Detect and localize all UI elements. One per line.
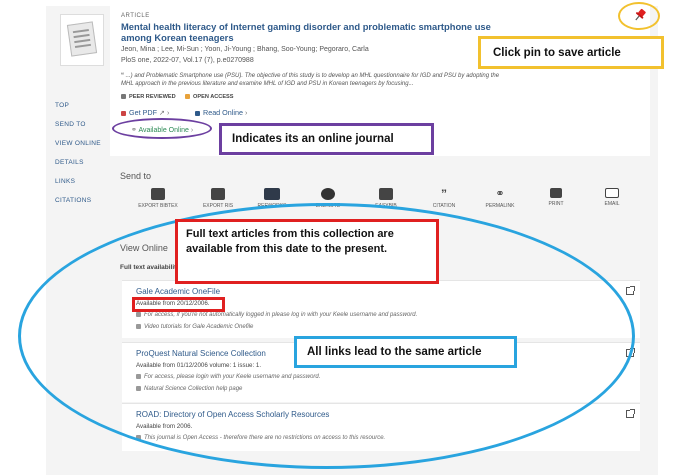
email-label: EMAIL: [604, 201, 620, 207]
easybib-icon: [379, 188, 393, 200]
article-source: PloS one, 2022-07, Vol.17 (7), p.e027098…: [121, 57, 254, 64]
article-snippet: “ ...) and Problematic Smartphone use (P…: [121, 72, 501, 88]
document-icon: [136, 324, 141, 329]
external-link-icon: ↗ ›: [158, 108, 170, 117]
export-ris-label: EXPORT RIS: [202, 203, 234, 209]
provider-note: For access, please login with your Keele…: [136, 374, 320, 380]
open-access-label: OPEN ACCESS: [193, 94, 234, 100]
read-online-label: Read Online: [203, 108, 243, 117]
get-pdf-link[interactable]: Get PDF ↗ ›: [121, 108, 169, 117]
provider-note-text: For access, if you're not automatically …: [144, 312, 418, 318]
article-authors: Jeon, Mina ; Lee, Mi-Sun ; Yoon, Ji-Youn…: [121, 46, 369, 53]
provider-note-text: This journal is Open Access - therefore …: [144, 435, 386, 441]
external-link-icon[interactable]: [626, 348, 635, 357]
callout-online-journal: Indicates its an online journal: [219, 123, 434, 155]
external-link-icon[interactable]: [626, 409, 635, 418]
easybib-button[interactable]: EASYBIB: [356, 188, 416, 209]
bibtex-icon: [151, 188, 165, 200]
permalink-icon: ⚭: [495, 188, 505, 200]
provider-availability: Available from 2006.: [136, 423, 193, 430]
peer-reviewed-label: PEER REVIEWED: [129, 94, 176, 100]
document-icon: [136, 386, 141, 391]
chevron-right-icon: ›: [244, 108, 248, 117]
refworks-button[interactable]: REFWORKS: [242, 188, 302, 209]
export-bibtex-button[interactable]: EXPORT BIBTEX: [128, 188, 188, 209]
ris-icon: [211, 188, 225, 200]
nav-item-top[interactable]: TOP: [55, 102, 69, 109]
provider-name[interactable]: ProQuest Natural Science Collection: [136, 349, 266, 358]
read-online-icon: [195, 111, 200, 116]
article-type-label: ARTICLE: [121, 13, 150, 19]
document-icon: [66, 21, 98, 57]
endnote-label: ENDNOTE: [315, 203, 341, 209]
provider-note: This journal is Open Access - therefore …: [136, 435, 385, 441]
provider-help-link[interactable]: Natural Science Collection help page: [136, 386, 242, 392]
citation-label: CITATION: [432, 203, 456, 209]
provider-note: For access, if you're not automatically …: [136, 312, 417, 318]
pin-icon[interactable]: [633, 8, 647, 22]
callout-fulltext: Full text articles from this collection …: [175, 219, 439, 284]
provider-name[interactable]: ROAD: Directory of Open Access Scholarly…: [136, 410, 329, 419]
pdf-icon: [121, 111, 126, 116]
provider-availability: Available from 01/12/2006 volume: 1 issu…: [136, 362, 262, 369]
get-pdf-label: Get PDF: [129, 108, 157, 117]
read-online-link[interactable]: Read Online ›: [195, 108, 247, 117]
export-bibtex-label: EXPORT BIBTEX: [138, 203, 178, 209]
nav-item-send-to[interactable]: SEND TO: [55, 121, 86, 128]
quote-icon: ”: [441, 187, 447, 201]
permalink-button[interactable]: ⚭ PERMALINK: [470, 188, 530, 209]
provider-note-text: For access, please login with your Keele…: [144, 374, 321, 380]
fulltext-availability-header: Full text availability: [120, 264, 180, 271]
export-ris-button[interactable]: EXPORT RIS: [188, 188, 248, 209]
external-link-icon[interactable]: [626, 286, 635, 295]
send-to-heading: Send to: [120, 171, 152, 181]
peer-reviewed-badge: PEER REVIEWED: [121, 94, 176, 100]
provider-row-road[interactable]: ROAD: Directory of Open Access Scholarly…: [122, 403, 640, 451]
citation-button[interactable]: ” CITATION: [414, 188, 474, 209]
permalink-label: PERMALINK: [485, 203, 515, 209]
send-to-toolbar: EXPORT BIBTEX EXPORT RIS REFWORKS ENDNOT…: [120, 188, 640, 222]
view-online-heading: View Online: [120, 243, 168, 253]
nav-item-view-online[interactable]: VIEW ONLINE: [55, 140, 101, 147]
provider-name[interactable]: Gale Academic OneFile: [136, 287, 220, 296]
article-thumbnail: [60, 14, 104, 66]
email-icon: [605, 188, 619, 198]
endnote-icon: [321, 188, 335, 200]
provider-help-text: Video tutorials for Gale Academic Onefil…: [144, 324, 254, 330]
callout-pin: Click pin to save article: [478, 36, 664, 69]
provider-help-link[interactable]: Video tutorials for Gale Academic Onefil…: [136, 324, 253, 330]
available-online-highlight: [112, 118, 212, 139]
shield-icon: [136, 435, 141, 440]
shield-icon: [136, 374, 141, 379]
provider-help-text: Natural Science Collection help page: [144, 386, 243, 392]
article-title[interactable]: Mental health literacy of Internet gamin…: [121, 21, 521, 43]
easybib-label: EASYBIB: [375, 203, 397, 209]
email-button[interactable]: EMAIL: [582, 188, 642, 207]
nav-item-details[interactable]: DETAILS: [55, 159, 84, 166]
nav-item-links[interactable]: LINKS: [55, 178, 75, 185]
callout-links: All links lead to the same article: [294, 336, 517, 368]
peer-reviewed-icon: [121, 94, 126, 99]
print-icon: [550, 188, 562, 198]
print-button[interactable]: PRINT: [526, 188, 586, 207]
open-access-icon: [185, 94, 190, 99]
refworks-icon: [264, 188, 280, 200]
print-label: PRINT: [548, 201, 564, 207]
refworks-label: REFWORKS: [257, 203, 287, 209]
endnote-button[interactable]: ENDNOTE: [298, 188, 358, 209]
snippet-text: ...) and Problematic Smartphone use (PSU…: [121, 73, 500, 87]
nav-item-citations[interactable]: CITATIONS: [55, 197, 91, 204]
shield-icon: [136, 312, 141, 317]
date-highlight-box: [132, 297, 225, 312]
open-access-badge: OPEN ACCESS: [185, 94, 234, 100]
